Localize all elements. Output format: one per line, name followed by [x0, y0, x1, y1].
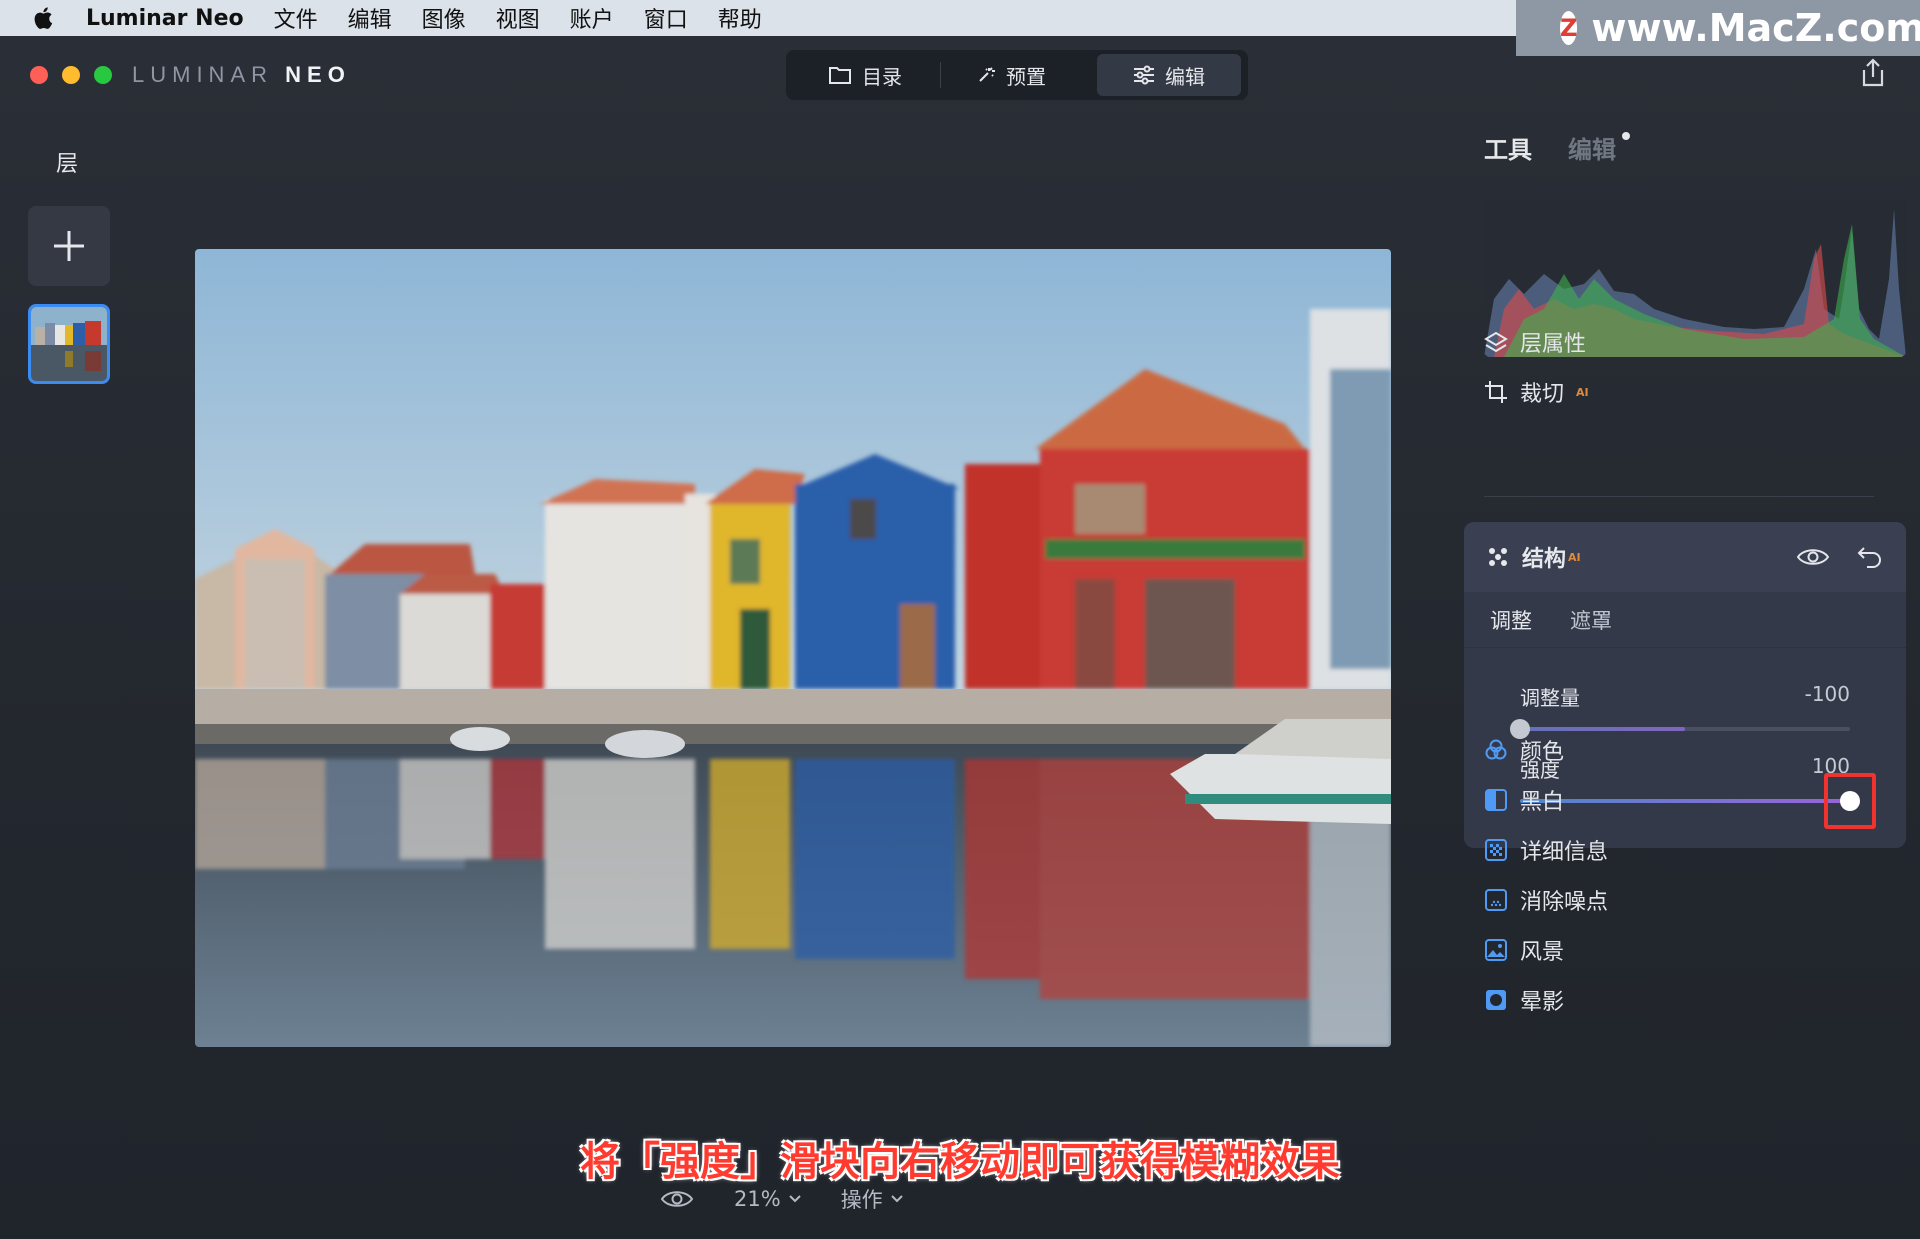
tab-presets-label: 预置 [1006, 64, 1046, 89]
color-circles-icon [1484, 738, 1508, 762]
tool-landscape[interactable]: 风景 [1484, 934, 1564, 966]
layers-icon [1484, 330, 1508, 354]
menu-help[interactable]: 帮助 [718, 2, 762, 34]
tab-presets[interactable]: 预置 [941, 54, 1081, 96]
tool-black-white[interactable]: 黑白 [1484, 784, 1564, 816]
tab-edits-label: 编辑 [1568, 136, 1616, 164]
tool-crop-label: 裁切 [1520, 382, 1565, 407]
details-icon [1484, 838, 1508, 862]
tool-black-white-label: 黑白 [1520, 790, 1565, 815]
chevron-down-icon [788, 1195, 801, 1203]
tab-mask[interactable]: 遮罩 [1570, 605, 1612, 635]
tool-vignette-label: 晕影 [1520, 990, 1565, 1015]
structure-icon [1489, 548, 1507, 566]
landscape-icon [1484, 938, 1508, 962]
tab-catalog[interactable]: 目录 [790, 54, 940, 96]
structure-tabs: 调整 遮罩 [1464, 592, 1906, 648]
amount-slider: 调整量 -100 [1510, 682, 1850, 739]
sliders-icon [1134, 65, 1154, 85]
folder-icon [829, 67, 851, 84]
tool-details[interactable]: 详细信息 [1484, 834, 1608, 866]
vignette-icon [1484, 988, 1508, 1012]
denoise-icon [1484, 888, 1508, 912]
tab-edit-label: 编辑 [1165, 64, 1205, 89]
layers-title: 层 [56, 152, 79, 177]
black-white-icon [1484, 788, 1508, 812]
magic-wand-icon [979, 67, 995, 82]
tab-edits[interactable]: 编辑 [1568, 130, 1630, 165]
amount-label: 调整量 [1520, 686, 1580, 710]
tool-details-label: 详细信息 [1520, 840, 1609, 865]
watermark-text: www.MacZ.com [1591, 6, 1920, 50]
strength-slider-fill [1520, 799, 1850, 803]
chevron-down-icon [890, 1195, 903, 1203]
menu-account[interactable]: 账户 [570, 2, 614, 34]
tool-layer-properties[interactable]: 层属性 [1484, 326, 1586, 358]
tool-vignette[interactable]: 晕影 [1484, 984, 1564, 1016]
app-window: LUMINAR NEO 目录 预置 编辑 层 工具 编辑 层属性 裁切 AI 结… [0, 36, 1920, 1239]
minimize-window-button[interactable] [62, 66, 80, 84]
mode-switcher: 目录 预置 编辑 [786, 50, 1248, 100]
zoom-window-button[interactable] [94, 66, 112, 84]
tool-layer-properties-label: 层属性 [1520, 332, 1587, 357]
actions-dropdown[interactable]: 操作 [841, 1184, 903, 1214]
tab-tools[interactable]: 工具 [1484, 130, 1532, 165]
edits-indicator-dot [1622, 132, 1630, 140]
close-window-button[interactable] [30, 66, 48, 84]
add-layer-button[interactable] [28, 206, 110, 286]
tool-color[interactable]: 颜色 [1484, 734, 1564, 766]
tool-denoise-label: 消除噪点 [1520, 890, 1609, 915]
structure-header[interactable]: 结构 AI [1464, 522, 1906, 592]
menu-image[interactable]: 图像 [422, 2, 466, 34]
zoom-value: 21% [734, 1187, 781, 1211]
reset-icon[interactable] [1856, 544, 1884, 570]
tool-crop[interactable]: 裁切 AI [1484, 376, 1589, 408]
apple-icon[interactable] [30, 4, 58, 32]
menu-app-name[interactable]: Luminar Neo [86, 6, 244, 31]
luminar-neo-logo: LUMINAR NEO [132, 62, 351, 87]
layer-thumbnail[interactable] [28, 304, 110, 384]
crop-ai-badge: AI [1576, 385, 1589, 399]
menu-edit[interactable]: 编辑 [348, 2, 392, 34]
structure-ai-badge: AI [1568, 550, 1581, 564]
menu-file[interactable]: 文件 [274, 2, 318, 34]
bottom-toolbar: 21% 操作 [660, 1184, 903, 1214]
tool-landscape-label: 风景 [1520, 940, 1565, 965]
strength-slider: 强度 100 [1520, 754, 1860, 811]
tab-catalog-label: 目录 [862, 64, 902, 89]
tool-color-label: 颜色 [1520, 740, 1565, 765]
layer-thumbnail-image [31, 307, 107, 381]
amount-slider-fill [1520, 727, 1685, 731]
actions-label: 操作 [840, 1188, 883, 1212]
crop-icon [1484, 380, 1508, 404]
watermark: Z www.MacZ.com [1516, 0, 1920, 56]
structure-title: 结构 [1522, 547, 1567, 572]
amount-slider-track[interactable] [1510, 719, 1850, 739]
share-icon[interactable] [1860, 58, 1886, 88]
menu-window[interactable]: 窗口 [644, 2, 688, 34]
plus-icon [54, 231, 84, 261]
right-panel-tabs: 工具 编辑 [1484, 130, 1630, 165]
eye-icon[interactable] [1796, 546, 1830, 568]
canal-houses-photo [195, 249, 1391, 1047]
amount-value: -100 [1804, 682, 1850, 706]
tool-denoise[interactable]: 消除噪点 [1484, 884, 1608, 916]
strength-highlight-box [1824, 773, 1876, 829]
photo-canvas[interactable] [195, 249, 1391, 1047]
menu-view[interactable]: 视图 [496, 2, 540, 34]
tab-adjust[interactable]: 调整 [1490, 605, 1532, 635]
compare-eye-icon[interactable] [660, 1188, 694, 1210]
tab-edit[interactable]: 编辑 [1097, 54, 1241, 96]
panel-divider [1484, 496, 1874, 497]
strength-slider-track[interactable] [1520, 791, 1860, 811]
zoom-dropdown[interactable]: 21% [734, 1187, 801, 1211]
watermark-badge: Z [1560, 11, 1578, 45]
tutorial-caption: 将「强度」滑块向右移动即可获得模糊效果 [580, 1139, 1340, 1185]
